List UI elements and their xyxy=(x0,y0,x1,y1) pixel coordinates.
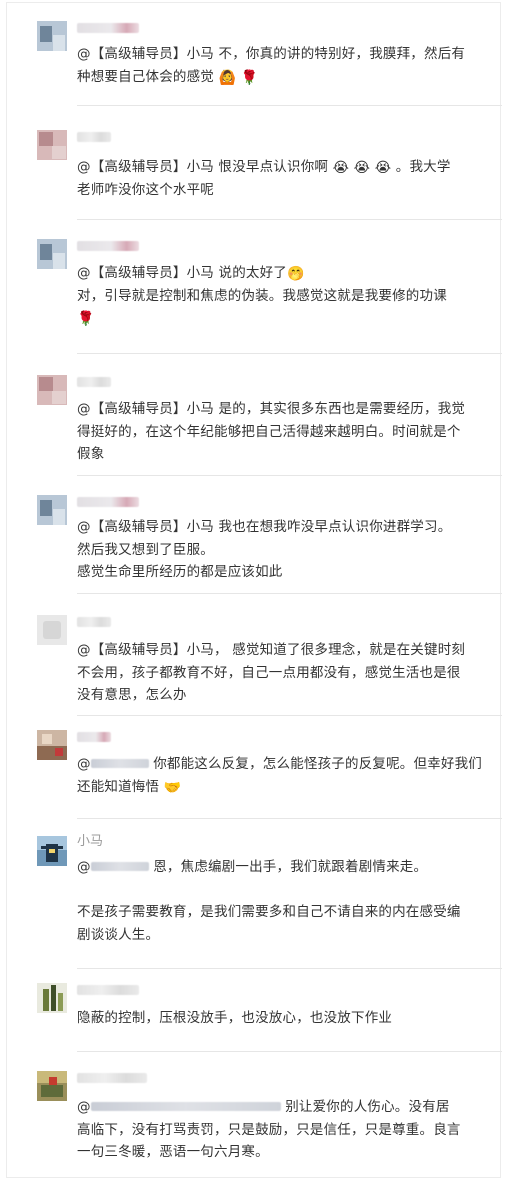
crying-face-icon: 😭 xyxy=(353,160,371,176)
divider xyxy=(77,353,502,354)
commenter-name[interactable] xyxy=(77,132,111,142)
avatar[interactable] xyxy=(37,615,67,645)
crying-face-icon: 😭 xyxy=(332,160,350,176)
comment-line: 不是孩子需要教育，是我们需要多和自己不请自来的内在感受编 xyxy=(77,904,461,920)
mentioned-user-name[interactable] xyxy=(90,1102,281,1111)
divider xyxy=(77,818,502,819)
divider xyxy=(77,968,502,969)
comment-text: @【高级辅导员】小马 我也在想我咋没早点认识你进群学习。 然后我又想到了臣服。 … xyxy=(77,516,507,584)
commenter-name[interactable] xyxy=(77,1073,147,1083)
comment-line: 假象 xyxy=(77,446,105,462)
comment-line: 隐蔽的控制，压根没放手，也没放心，也没放下作业 xyxy=(77,1010,393,1026)
comment-text: @【高级辅导员】小马 说的太好了🤭 对，引导就是控制和焦虑的伪装。我感觉这就是我… xyxy=(77,262,507,330)
comment-line: 🌹 xyxy=(77,307,507,330)
rose-icon: 🌹 xyxy=(77,311,95,327)
comment-line: @ 别让爱你的人伤心。没有居 xyxy=(77,1099,450,1115)
comment-line: 种想要自己体会的感觉 🙆 🌹 xyxy=(77,68,259,86)
avatar[interactable] xyxy=(37,983,67,1013)
comment-text: @ 你都能这么反复，怎么能怪孩子的反复呢。但幸好我们 还能知道悔悟 🤝 xyxy=(77,753,507,798)
hand-over-mouth-icon: 🤭 xyxy=(287,266,305,282)
commenter-name[interactable] xyxy=(77,241,139,251)
comment-line: @【高级辅导员】小马 恨没早点认识你啊 😭 😭 😭 。我大学 xyxy=(77,159,451,176)
avatar[interactable] xyxy=(37,21,67,51)
comment-line: 没有意思，怎么办 xyxy=(77,687,187,703)
comment-line: @【高级辅导员】小马 说的太好了🤭 xyxy=(77,265,305,282)
avatar[interactable] xyxy=(37,495,67,525)
divider xyxy=(77,475,502,476)
commenter-name[interactable] xyxy=(77,617,111,627)
comment-line: @【高级辅导员】小马 我也在想我咋没早点认识你进群学习。 xyxy=(77,519,452,535)
comment-line: 剧谈谈人生。 xyxy=(77,926,160,943)
avatar[interactable] xyxy=(37,1071,67,1101)
comment-line: @【高级辅导员】小马 不，你真的讲的特别好，我膜拜，然后有 xyxy=(77,46,466,62)
crying-face-icon: 😭 xyxy=(374,160,392,176)
comment-line: @ 你都能这么反复，怎么能怪孩子的反复呢。但幸好我们 xyxy=(77,756,483,772)
mentioned-user-name[interactable] xyxy=(90,862,149,871)
commenter-name[interactable] xyxy=(77,732,111,742)
handshake-icon: 🤝 xyxy=(163,779,182,796)
rose-icon: 🌹 xyxy=(240,69,259,86)
comment-text: @【高级辅导员】小马 恨没早点认识你啊 😭 😭 😭 。我大学 老师咋没你这个水平… xyxy=(77,156,507,201)
comment-text: @ 恩，焦虑编剧一出手，我们就跟着剧情来走。 不是孩子需要教育，是我们需要多和自… xyxy=(77,856,507,946)
commenter-name[interactable] xyxy=(77,377,111,387)
commenter-name[interactable] xyxy=(77,23,139,33)
woman-gesturing-ok-icon: 🙆 xyxy=(218,69,237,86)
comment-line: 一句三冬暖，恶语一句六月寒。 xyxy=(77,1144,269,1160)
avatar[interactable] xyxy=(37,375,67,405)
divider xyxy=(77,593,502,594)
comment-line: @【高级辅导员】小马 是的，其实很多东西也是需要经历，我觉 xyxy=(77,401,466,417)
mentioned-user-name[interactable] xyxy=(90,759,149,768)
comment-line: 高临下，没有打骂责罚，只是鼓励，只是信任，只是尊重。良言 xyxy=(77,1121,461,1138)
comment-line: @【高级辅导员】小马， 感觉知道了很多理念，就是在关键时刻 xyxy=(77,642,466,658)
comment-line: 还能知道悔悟 🤝 xyxy=(77,778,182,796)
comment-text: @【高级辅导员】小马 是的，其实很多东西也是需要经历，我觉 得挺好的，在这个年纪… xyxy=(77,398,507,466)
avatar[interactable] xyxy=(37,130,67,160)
comment-line: 然后我又想到了臣服。 xyxy=(77,541,214,558)
commenter-name[interactable] xyxy=(77,985,139,995)
comment-line: 感觉生命里所经历的都是应该如此 xyxy=(77,564,283,580)
comment-line: 老师咋没你这个水平呢 xyxy=(77,181,214,198)
comment-line: 对，引导就是控制和焦虑的伪装。我感觉这就是我要修的功课 xyxy=(77,287,447,304)
avatar[interactable] xyxy=(37,239,67,269)
commenter-name[interactable] xyxy=(77,497,139,507)
divider xyxy=(77,715,502,716)
comment-text: @ 别让爱你的人伤心。没有居 高临下，没有打骂责罚，只是鼓励，只是信任，只是尊重… xyxy=(77,1096,507,1164)
comment-line: @ 恩，焦虑编剧一出手，我们就跟着剧情来走。 xyxy=(77,859,428,875)
comment-line: 不会用，孩子都教育不好，自己一点用都没有，感觉生活也是很 xyxy=(77,664,461,681)
avatar[interactable] xyxy=(37,836,67,866)
commenter-name[interactable]: 小马 xyxy=(77,834,103,850)
comment-line: 得挺好的，在这个年纪能够把自己活得越来越明白。时间就是个 xyxy=(77,423,461,440)
comment-text: @【高级辅导员】小马 不，你真的讲的特别好，我膜拜，然后有 种想要自己体会的感觉… xyxy=(77,43,507,88)
comment-text: @【高级辅导员】小马， 感觉知道了很多理念，就是在关键时刻 不会用，孩子都教育不… xyxy=(77,639,507,707)
divider xyxy=(77,105,502,106)
divider xyxy=(77,1051,502,1052)
comment-line xyxy=(77,879,507,902)
comment-text: 隐蔽的控制，压根没放手，也没放心，也没放下作业 xyxy=(77,1007,507,1030)
comment-list: @【高级辅导员】小马 不，你真的讲的特别好，我膜拜，然后有 种想要自己体会的感觉… xyxy=(6,2,502,1178)
divider xyxy=(77,219,502,220)
avatar[interactable] xyxy=(37,730,67,760)
